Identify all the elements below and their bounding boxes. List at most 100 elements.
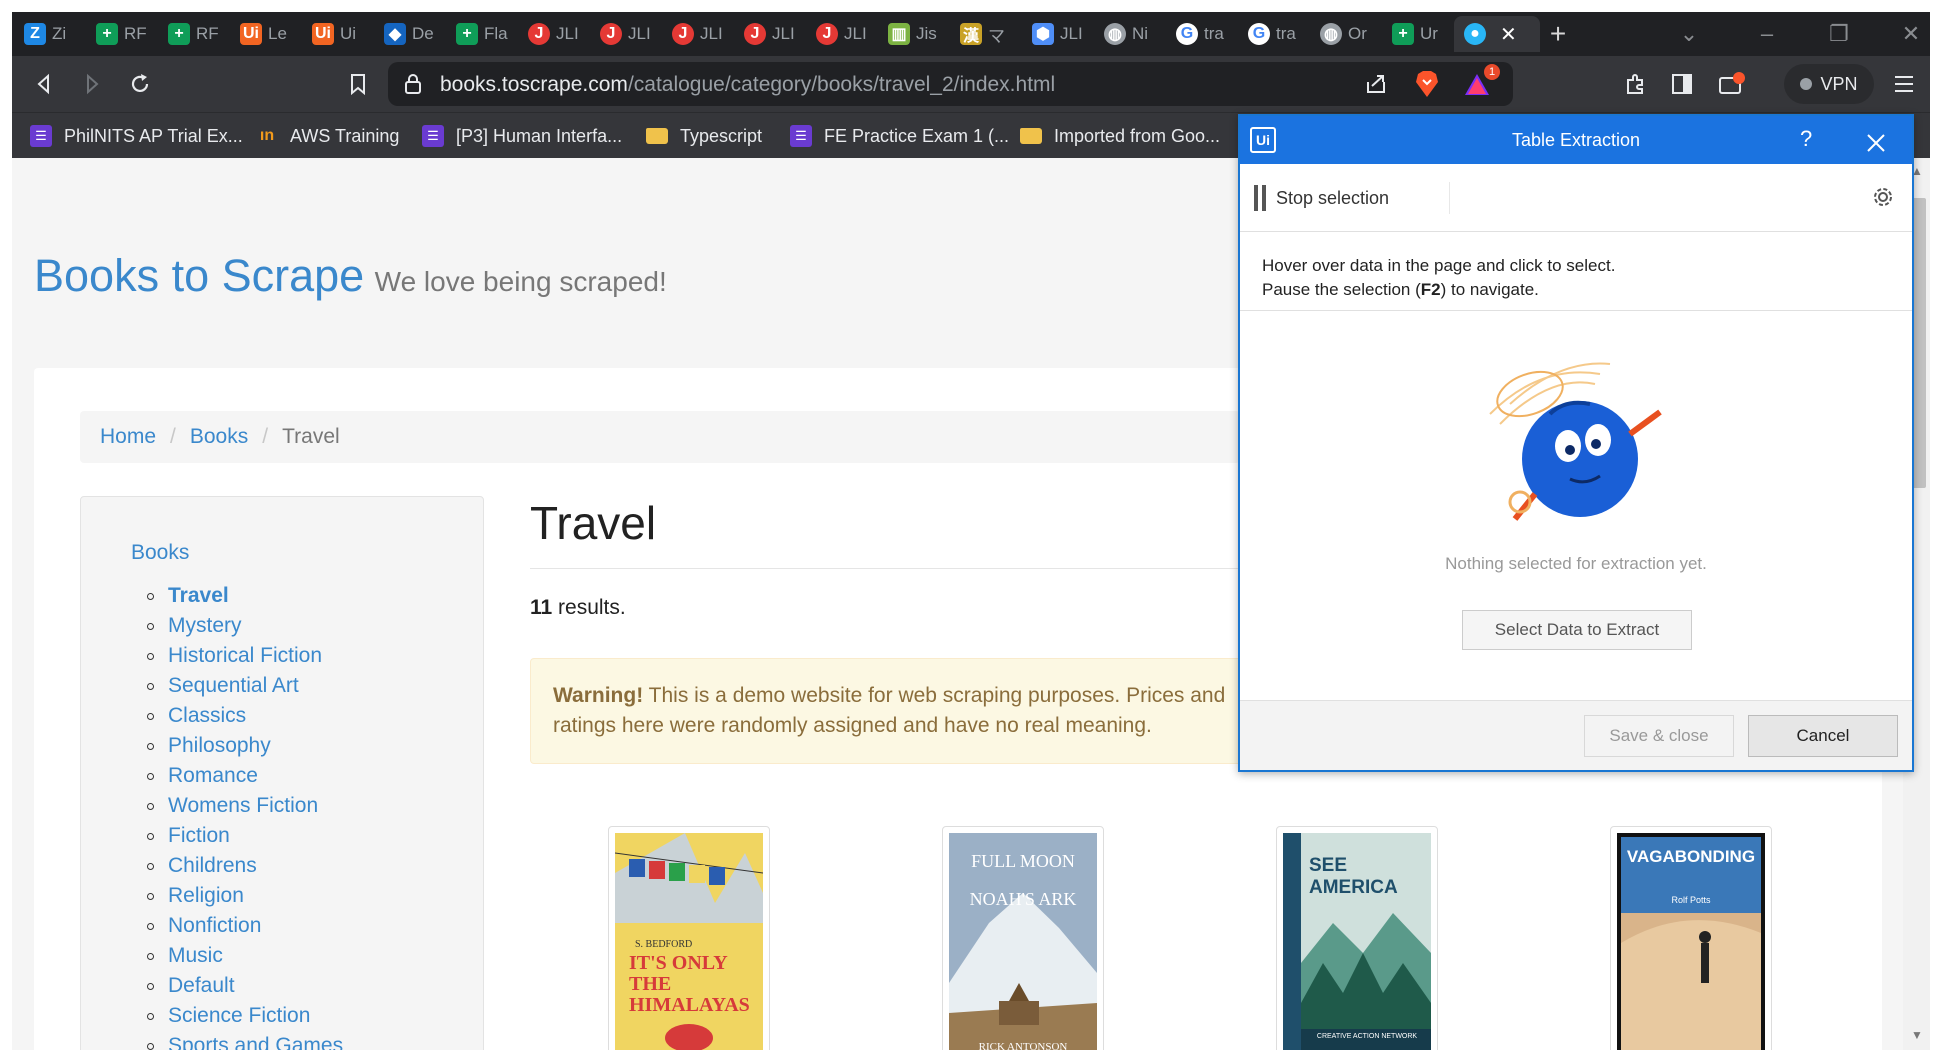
- browser-tab[interactable]: J JLI: [734, 16, 806, 52]
- browser-tab[interactable]: ◍ Ni: [1094, 16, 1166, 52]
- browser-tab[interactable]: Gtra: [1166, 16, 1238, 52]
- category-item[interactable]: Childrens: [147, 851, 343, 881]
- browser-tab[interactable]: J JLI: [518, 16, 590, 52]
- category-item[interactable]: Classics: [147, 701, 343, 731]
- category-item[interactable]: Romance: [147, 761, 343, 791]
- category-item[interactable]: Science Fiction: [147, 1001, 343, 1031]
- back-icon[interactable]: [24, 64, 64, 104]
- empty-state-message: Nothing selected for extraction yet.: [1445, 554, 1707, 573]
- category-link[interactable]: Music: [168, 944, 223, 968]
- category-item[interactable]: Historical Fiction: [147, 641, 343, 671]
- browser-tab[interactable]: Ui Ui: [302, 16, 374, 52]
- category-link[interactable]: Science Fiction: [168, 1004, 310, 1028]
- reload-icon[interactable]: [120, 64, 160, 104]
- browser-tab[interactable]: ◆ De: [374, 16, 446, 52]
- vpn-button[interactable]: VPN: [1784, 64, 1874, 104]
- book-thumbnail[interactable]: FULL MOON NOAH'S ARK RICK ANTONSON: [942, 826, 1104, 1050]
- browser-tab[interactable]: + RF: [86, 16, 158, 52]
- category-link[interactable]: Sports and Games: [168, 1034, 343, 1050]
- browser-tab[interactable]: Gtra: [1238, 16, 1310, 52]
- category-item[interactable]: Sports and Games: [147, 1031, 343, 1050]
- chevron-down-icon[interactable]: ⌄: [1674, 18, 1704, 50]
- category-link[interactable]: Childrens: [168, 854, 257, 878]
- category-item[interactable]: Religion: [147, 881, 343, 911]
- browser-tab[interactable]: J JLI: [662, 16, 734, 52]
- browser-tab[interactable]: J JLI: [590, 16, 662, 52]
- category-item[interactable]: Music: [147, 941, 343, 971]
- browser-tab[interactable]: Z Zi: [14, 16, 86, 52]
- scroll-down-icon[interactable]: ▼: [1911, 1028, 1923, 1042]
- browser-tab[interactable]: + RF: [158, 16, 230, 52]
- window-close-icon[interactable]: ✕: [1896, 18, 1926, 50]
- select-data-button[interactable]: Select Data to Extract: [1462, 610, 1692, 650]
- help-icon[interactable]: ?: [1800, 126, 1812, 152]
- close-icon[interactable]: [1865, 122, 1887, 161]
- wallet-icon[interactable]: [1712, 64, 1752, 104]
- brave-shield-icon[interactable]: [1414, 70, 1440, 103]
- category-item[interactable]: Mystery: [147, 611, 343, 641]
- book-cover-image[interactable]: VAGABONDING Rolf Potts: [1617, 833, 1765, 1050]
- site-name[interactable]: Books to Scrape: [34, 250, 364, 301]
- category-link[interactable]: Fiction: [168, 824, 230, 848]
- category-item[interactable]: Default: [147, 971, 343, 1001]
- bookmark-item[interactable]: Imported from Goo...: [1020, 113, 1220, 159]
- browser-tab[interactable]: + Ur: [1382, 16, 1454, 52]
- category-item[interactable]: Sequential Art: [147, 671, 343, 701]
- category-link[interactable]: Travel: [168, 584, 229, 608]
- restore-icon[interactable]: ❐: [1824, 18, 1854, 50]
- extensions-icon[interactable]: [1616, 64, 1656, 104]
- new-tab-icon[interactable]: +: [1542, 18, 1574, 50]
- book-cover-image[interactable]: S. BEDFORD IT'S ONLY THE HIMALAYAS: [615, 833, 763, 1050]
- category-link[interactable]: Default: [168, 974, 235, 998]
- bookmark-icon[interactable]: [338, 64, 378, 104]
- category-link[interactable]: Mystery: [168, 614, 242, 638]
- stop-selection-button[interactable]: Stop selection: [1254, 182, 1451, 214]
- sidebar-books-link[interactable]: Books: [131, 541, 189, 565]
- gear-icon[interactable]: [1870, 184, 1896, 217]
- bookmark-item[interactable]: ☰ PhilNITS AP Trial Ex...: [30, 113, 243, 159]
- book-thumbnail[interactable]: SEE AMERICA CREATIVE ACTION NETWORK: [1276, 826, 1438, 1050]
- browser-tab[interactable]: ⬢ JLI: [1022, 16, 1094, 52]
- category-link[interactable]: Romance: [168, 764, 258, 788]
- category-link[interactable]: Womens Fiction: [168, 794, 318, 818]
- address-bar[interactable]: books.toscrape.com/catalogue/category/bo…: [388, 62, 1513, 106]
- tab-close-icon[interactable]: ✕: [1500, 22, 1517, 47]
- bookmark-item[interactable]: ☰ [P3] Human Interfa...: [422, 113, 622, 159]
- category-link[interactable]: Sequential Art: [168, 674, 299, 698]
- browser-tab[interactable]: + Fla: [446, 16, 518, 52]
- bookmark-item[interactable]: ın AWS Training: [256, 113, 399, 159]
- browser-tab[interactable]: Ui Le: [230, 16, 302, 52]
- category-item[interactable]: Nonfiction: [147, 911, 343, 941]
- browser-tab[interactable]: ● ✕: [1454, 16, 1540, 52]
- breadcrumb-books[interactable]: Books: [190, 425, 248, 449]
- browser-tab[interactable]: 漢マ: [950, 16, 1022, 52]
- category-link[interactable]: Historical Fiction: [168, 644, 322, 668]
- category-link[interactable]: Religion: [168, 884, 244, 908]
- book-cover-image[interactable]: FULL MOON NOAH'S ARK RICK ANTONSON: [949, 833, 1097, 1050]
- category-link[interactable]: Nonfiction: [168, 914, 261, 938]
- category-item[interactable]: Philosophy: [147, 731, 343, 761]
- menu-icon[interactable]: [1884, 64, 1924, 104]
- save-close-button[interactable]: Save & close: [1584, 715, 1734, 757]
- dialog-toolbar: Stop selection: [1240, 164, 1912, 232]
- browser-tab[interactable]: ▥ Jis: [878, 16, 950, 52]
- browser-tab[interactable]: ◍ Or: [1310, 16, 1382, 52]
- share-icon[interactable]: [1364, 72, 1388, 101]
- book-thumbnail[interactable]: VAGABONDING Rolf Potts: [1610, 826, 1772, 1050]
- bookmark-item[interactable]: Typescript: [646, 113, 762, 159]
- category-item[interactable]: Fiction: [147, 821, 343, 851]
- cancel-button[interactable]: Cancel: [1748, 715, 1898, 757]
- bookmark-item[interactable]: ☰ FE Practice Exam 1 (...: [790, 113, 1009, 159]
- forward-icon[interactable]: [72, 64, 112, 104]
- category-item[interactable]: Womens Fiction: [147, 791, 343, 821]
- category-link[interactable]: Philosophy: [168, 734, 271, 758]
- book-thumbnail[interactable]: S. BEDFORD IT'S ONLY THE HIMALAYAS: [608, 826, 770, 1050]
- tab-label: Or: [1348, 24, 1367, 43]
- category-link[interactable]: Classics: [168, 704, 246, 728]
- browser-tab[interactable]: J JLI: [806, 16, 878, 52]
- minimize-icon[interactable]: –: [1752, 18, 1782, 50]
- sidebar-toggle-icon[interactable]: [1662, 64, 1702, 104]
- breadcrumb-home[interactable]: Home: [100, 425, 156, 449]
- category-item[interactable]: Travel: [147, 581, 343, 611]
- book-cover-image[interactable]: SEE AMERICA CREATIVE ACTION NETWORK: [1283, 833, 1431, 1050]
